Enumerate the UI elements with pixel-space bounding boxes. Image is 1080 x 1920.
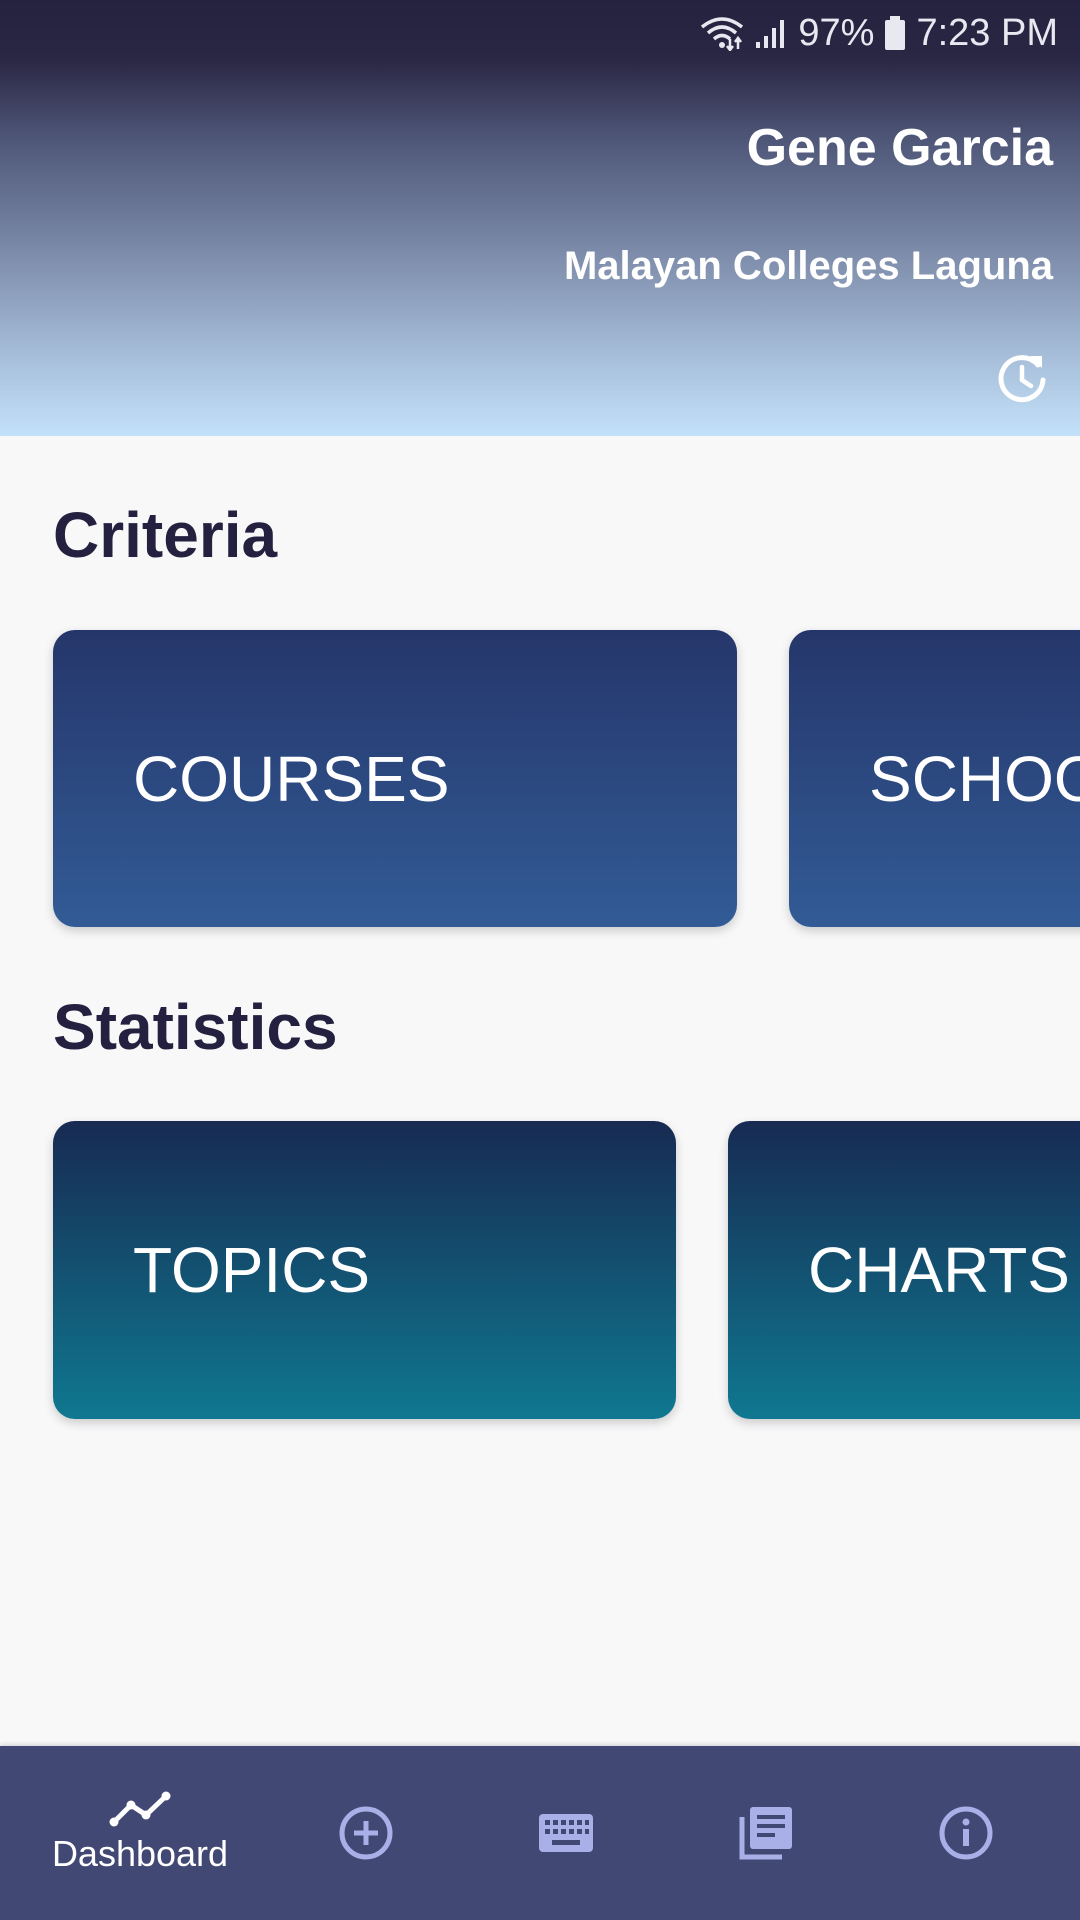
wifi-icon	[701, 17, 744, 51]
schools-card-label: SCHOOLS	[869, 742, 1080, 815]
nav-library[interactable]	[666, 1746, 866, 1920]
keyboard-icon	[539, 1814, 593, 1852]
topics-card-label: TOPICS	[133, 1234, 371, 1306]
nav-dashboard-label: Dashboard	[51, 1833, 229, 1874]
library-books-icon	[739, 1807, 792, 1860]
statistics-heading: Statistics	[53, 991, 338, 1063]
topics-card[interactable]: TOPICS	[53, 1121, 676, 1419]
dashboard-icon	[109, 1791, 171, 1827]
battery-percent: 97%	[798, 11, 875, 54]
nav-add[interactable]	[266, 1746, 466, 1920]
history-refresh-button[interactable]	[994, 350, 1050, 406]
courses-card-label: COURSES	[133, 742, 450, 815]
nav-keyboard[interactable]	[466, 1746, 666, 1920]
school-name: Malayan Colleges Laguna	[563, 244, 1053, 288]
status-bar: 97% 7:23 PM	[700, 10, 1058, 56]
user-name: Gene Garcia	[746, 119, 1053, 177]
charts-card-label: CHARTS	[808, 1234, 1070, 1306]
info-icon	[939, 1806, 993, 1860]
battery-icon	[885, 16, 906, 50]
add-circle-icon	[339, 1806, 393, 1860]
bottom-navigation: Dashboard	[0, 1746, 1080, 1920]
nav-info[interactable]	[866, 1746, 1066, 1920]
history-refresh-icon	[998, 355, 1046, 403]
schools-card[interactable]: SCHOOLS	[789, 630, 1080, 927]
nav-dashboard[interactable]: Dashboard	[40, 1746, 240, 1920]
criteria-heading: Criteria	[53, 499, 278, 571]
charts-card[interactable]: CHARTS	[728, 1121, 1080, 1419]
profile-header: 97% 7:23 PM Gene Garcia Malayan Colleges…	[0, 0, 1080, 436]
courses-card[interactable]: COURSES	[53, 630, 737, 927]
clock: 7:23 PM	[916, 11, 1058, 54]
signal-icon	[756, 20, 785, 48]
